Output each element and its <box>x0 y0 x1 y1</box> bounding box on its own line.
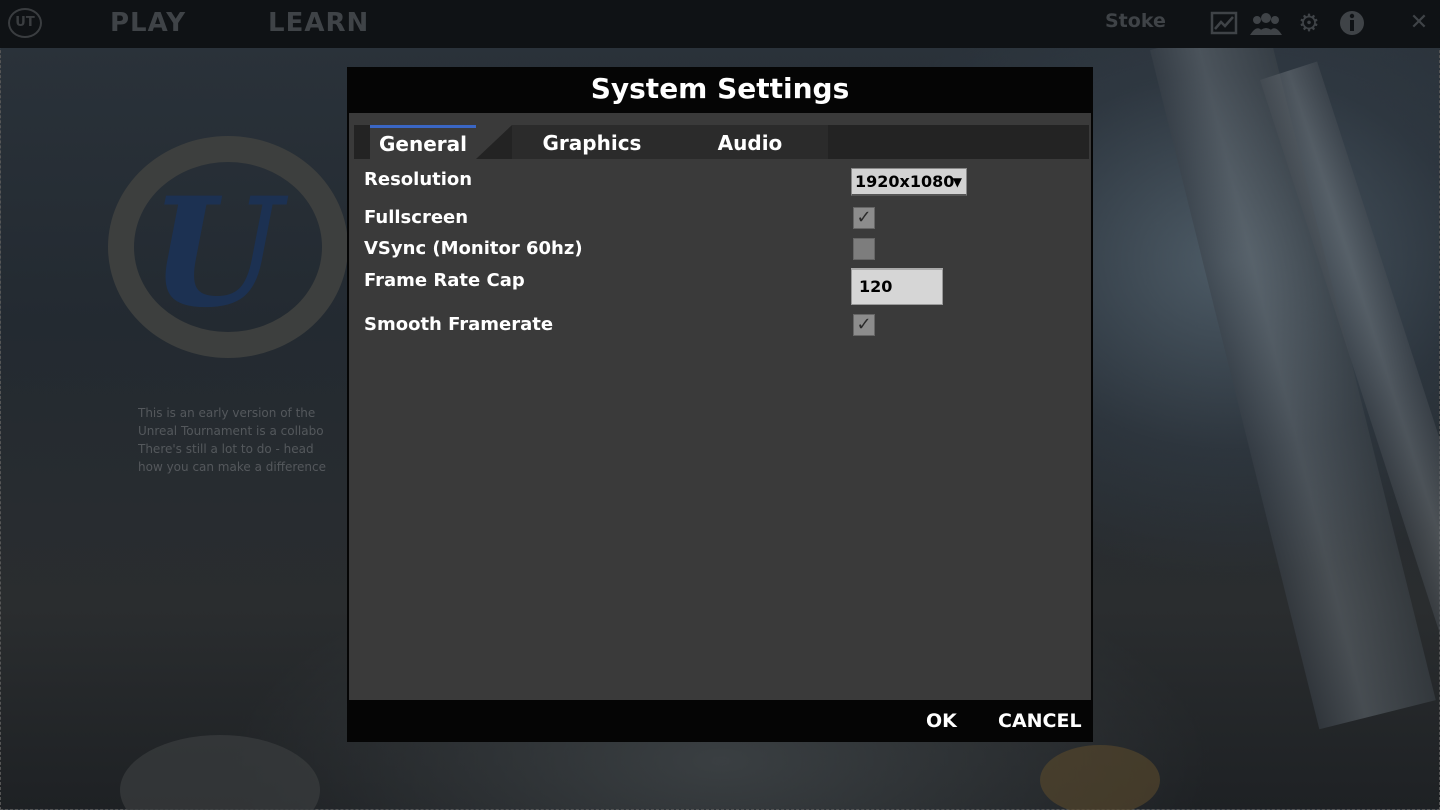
dialog-footer: OK CANCEL <box>347 700 1093 742</box>
dialog-title: System Settings <box>590 72 850 105</box>
tab-graphics[interactable]: Graphics <box>512 125 672 159</box>
smooth-framerate-label: Smooth Framerate <box>364 314 554 335</box>
frame-rate-cap-label: Frame Rate Cap <box>364 270 525 291</box>
resolution-select[interactable]: 1920x1080 ▼ <box>851 168 967 196</box>
checkmark-icon: ✓ <box>856 207 872 228</box>
frame-rate-cap-input[interactable]: 120 <box>851 268 943 305</box>
tab-general-edge <box>476 125 512 159</box>
close-icon[interactable]: ✕ <box>1405 9 1433 37</box>
top-nav-bar: UT PLAY LEARN Stoke ⚙ ✕ <box>0 0 1440 48</box>
chevron-down-icon: ▼ <box>952 175 962 189</box>
tab-general[interactable]: General <box>370 125 476 159</box>
ut-logo-icon[interactable]: UT <box>8 8 42 38</box>
chart-icon[interactable] <box>1210 9 1238 37</box>
username[interactable]: Stoke <box>1105 10 1166 32</box>
vsync-label: VSync (Monitor 60hz) <box>364 238 583 259</box>
cancel-button[interactable]: CANCEL <box>998 700 1082 742</box>
resolution-label: Resolution <box>364 169 473 190</box>
gear-icon[interactable]: ⚙ <box>1295 9 1323 37</box>
system-settings-dialog: System Settings General Graphics Audio R… <box>347 67 1093 742</box>
nav-play[interactable]: PLAY <box>110 8 186 38</box>
tab-strip: General Graphics Audio <box>354 125 1089 159</box>
dialog-body: General Graphics Audio Resolution 1920x1… <box>349 113 1091 700</box>
resolution-value: 1920x1080 <box>855 172 955 191</box>
tab-audio[interactable]: Audio <box>672 125 828 159</box>
info-icon[interactable] <box>1338 9 1366 37</box>
vsync-checkbox[interactable] <box>853 238 875 260</box>
ok-button[interactable]: OK <box>926 700 957 742</box>
smooth-framerate-checkbox[interactable]: ✓ <box>853 314 875 336</box>
friends-icon[interactable] <box>1250 9 1282 37</box>
nav-learn[interactable]: LEARN <box>268 8 369 38</box>
unreal-logo-icon: U <box>150 165 281 341</box>
fullscreen-label: Fullscreen <box>364 207 469 228</box>
checkmark-icon: ✓ <box>856 314 872 335</box>
fullscreen-checkbox[interactable]: ✓ <box>853 207 875 229</box>
background-disc-gold <box>1040 745 1160 810</box>
background-blurb: This is an early version of the Unreal T… <box>138 406 326 474</box>
